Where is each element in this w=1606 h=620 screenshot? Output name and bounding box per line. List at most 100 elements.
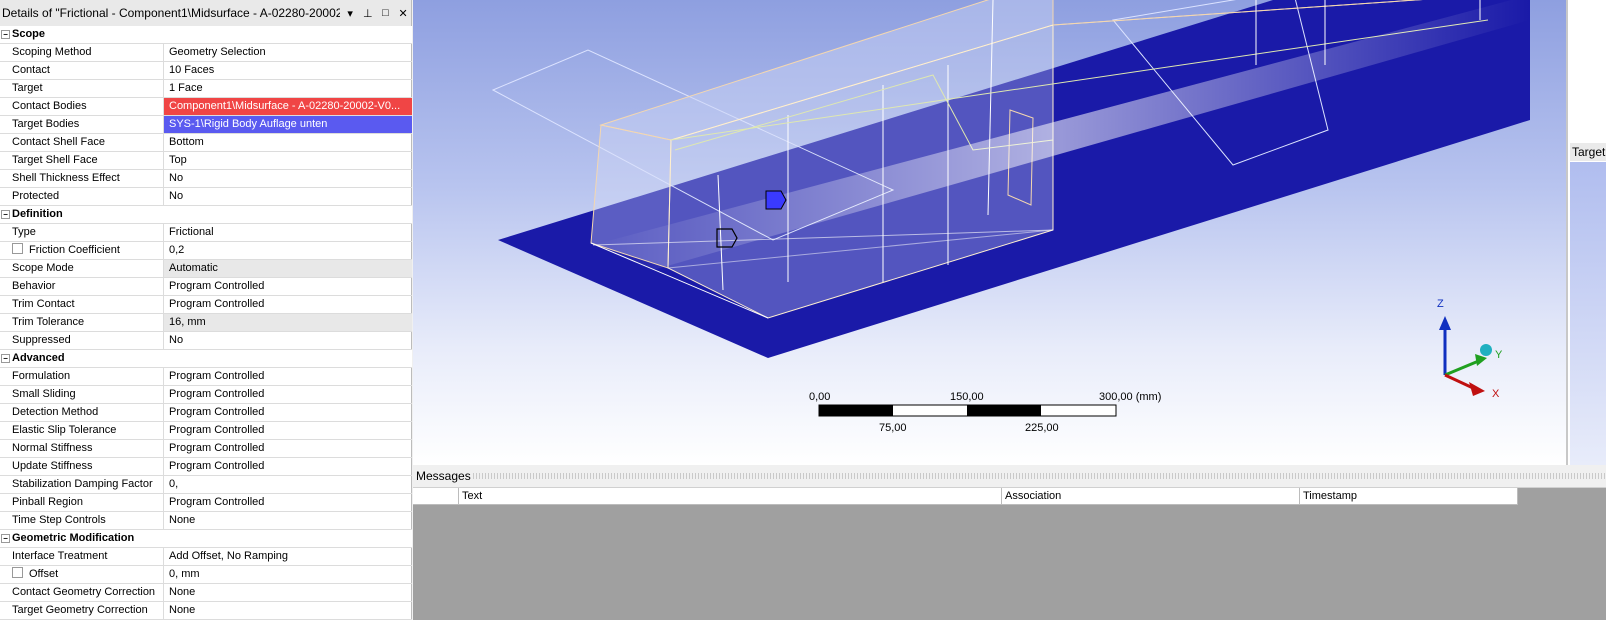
property-name: Contact Geometry Correction [12, 586, 156, 598]
section-title: Definition [12, 208, 63, 220]
maximize-icon[interactable]: □ [378, 5, 394, 21]
tab-target[interactable]: Target [1570, 143, 1606, 161]
property-value[interactable]: No [164, 170, 412, 187]
property-row[interactable]: Target 1 Face [0, 80, 412, 98]
property-row[interactable]: Offset 0, mm [0, 566, 412, 584]
target-preview [1570, 162, 1606, 465]
property-row[interactable]: Protected No [0, 188, 412, 206]
close-icon[interactable]: ✕ [395, 5, 411, 21]
property-row[interactable]: Small Sliding Program Controlled [0, 386, 412, 404]
property-value[interactable]: None [164, 602, 412, 619]
property-value[interactable]: None [164, 512, 412, 529]
property-value[interactable]: 16, mm [164, 314, 412, 331]
property-value[interactable]: SYS-1\Rigid Body Auflage unten [164, 116, 412, 133]
property-row[interactable]: Stabilization Damping Factor 0, [0, 476, 412, 494]
property-value[interactable]: Bottom [164, 134, 412, 151]
property-row[interactable]: Pinball Region Program Controlled [0, 494, 412, 512]
property-row[interactable]: Contact 10 Faces [0, 62, 412, 80]
property-row[interactable]: Shell Thickness Effect No [0, 170, 412, 188]
axis-z-label: Z [1437, 298, 1444, 310]
property-value[interactable]: Top [164, 152, 412, 169]
property-value[interactable]: 10 Faces [164, 62, 412, 79]
section-header[interactable]: − Definition [0, 206, 412, 224]
property-row[interactable]: Trim Contact Program Controlled [0, 296, 412, 314]
property-row[interactable]: Behavior Program Controlled [0, 278, 412, 296]
property-row[interactable]: Update Stiffness Program Controlled [0, 458, 412, 476]
right-side-panel: Target [1566, 0, 1606, 465]
property-value[interactable]: Program Controlled [164, 296, 412, 313]
scale-label-150: 150,00 [950, 391, 984, 403]
dropdown-icon[interactable]: ▾ [342, 5, 358, 21]
property-value[interactable]: 1 Face [164, 80, 412, 97]
property-name: Shell Thickness Effect [12, 172, 120, 184]
collapse-icon[interactable]: − [1, 30, 10, 39]
property-row[interactable]: Suppressed No [0, 332, 412, 350]
section-header[interactable]: − Geometric Modification [0, 530, 412, 548]
messages-header: Text Association Timestamp [413, 488, 1518, 505]
property-value[interactable]: Program Controlled [164, 440, 412, 457]
graphics-viewport[interactable]: 0,00 150,00 300,00 (mm) 75,00 225,00 Z Y… [413, 0, 1566, 465]
axis-y-label: Y [1495, 349, 1503, 361]
parameter-checkbox[interactable] [12, 243, 23, 254]
messages-titlebar: Messages [413, 465, 1606, 488]
property-value[interactable]: 0, mm [164, 566, 412, 583]
property-value[interactable]: Program Controlled [164, 422, 412, 439]
property-name: Interface Treatment [12, 550, 108, 562]
property-value[interactable]: Automatic [164, 260, 412, 277]
property-value[interactable]: 0, [164, 476, 412, 493]
property-name: Target Shell Face [12, 154, 98, 166]
property-name: Friction Coefficient [29, 244, 120, 256]
parameter-checkbox[interactable] [12, 567, 23, 578]
messages-title: Messages [416, 469, 471, 483]
section-header[interactable]: − Advanced [0, 350, 412, 368]
column-association[interactable]: Association [1002, 488, 1300, 504]
pin-icon[interactable]: ⊥ [360, 5, 376, 21]
collapse-icon[interactable]: − [1, 354, 10, 363]
property-name: Contact [12, 64, 50, 76]
property-value[interactable]: None [164, 584, 412, 601]
property-row[interactable]: Contact Bodies Component1\Midsurface - A-… [0, 98, 412, 116]
property-row[interactable]: Target Geometry Correction None [0, 602, 412, 620]
property-row[interactable]: Trim Tolerance 16, mm [0, 314, 412, 332]
axis-triad[interactable] [1439, 316, 1492, 396]
column-timestamp[interactable]: Timestamp [1300, 488, 1518, 504]
property-value[interactable]: Program Controlled [164, 404, 412, 421]
collapse-icon[interactable]: − [1, 534, 10, 543]
property-value[interactable]: 0,2 [164, 242, 412, 259]
property-row[interactable]: Target Shell Face Top [0, 152, 412, 170]
property-row[interactable]: Normal Stiffness Program Controlled [0, 440, 412, 458]
collapse-icon[interactable]: − [1, 210, 10, 219]
property-row[interactable]: Scope Mode Automatic [0, 260, 412, 278]
column-blank[interactable] [413, 488, 459, 504]
property-row[interactable]: Scoping Method Geometry Selection [0, 44, 412, 62]
property-value[interactable]: Program Controlled [164, 278, 412, 295]
property-row[interactable]: Contact Shell Face Bottom [0, 134, 412, 152]
pane-grip[interactable] [473, 473, 1606, 479]
property-name: Offset [29, 568, 59, 580]
property-value[interactable]: Program Controlled [164, 386, 412, 403]
property-row[interactable]: Contact Geometry Correction None [0, 584, 412, 602]
messages-pane: Messages Text Association Timestamp [413, 465, 1606, 620]
property-row[interactable]: Time Step Controls None [0, 512, 412, 530]
contact-marker-icon[interactable] [765, 190, 787, 210]
property-row[interactable]: Friction Coefficient 0,2 [0, 242, 412, 260]
property-value[interactable]: No [164, 332, 412, 349]
column-text[interactable]: Text [459, 488, 1002, 504]
property-value[interactable]: Program Controlled [164, 494, 412, 511]
section-header[interactable]: − Scope [0, 26, 412, 44]
property-name: Scoping Method [12, 46, 92, 58]
property-value[interactable]: Program Controlled [164, 458, 412, 475]
property-row[interactable]: Elastic Slip Tolerance Program Controlled [0, 422, 412, 440]
property-row[interactable]: Target Bodies SYS-1\Rigid Body Auflage un… [0, 116, 412, 134]
property-row[interactable]: Formulation Program Controlled [0, 368, 412, 386]
model-view[interactable] [413, 0, 1566, 465]
property-value[interactable]: Add Offset, No Ramping [164, 548, 412, 565]
property-row[interactable]: Detection Method Program Controlled [0, 404, 412, 422]
property-value[interactable]: Program Controlled [164, 368, 412, 385]
property-row[interactable]: Type Frictional [0, 224, 412, 242]
property-value[interactable]: No [164, 188, 412, 205]
property-value[interactable]: Component1\Midsurface - A-02280-20002-V0… [164, 98, 412, 115]
property-value[interactable]: Geometry Selection [164, 44, 412, 61]
property-row[interactable]: Interface Treatment Add Offset, No Rampin… [0, 548, 412, 566]
property-value[interactable]: Frictional [164, 224, 412, 241]
